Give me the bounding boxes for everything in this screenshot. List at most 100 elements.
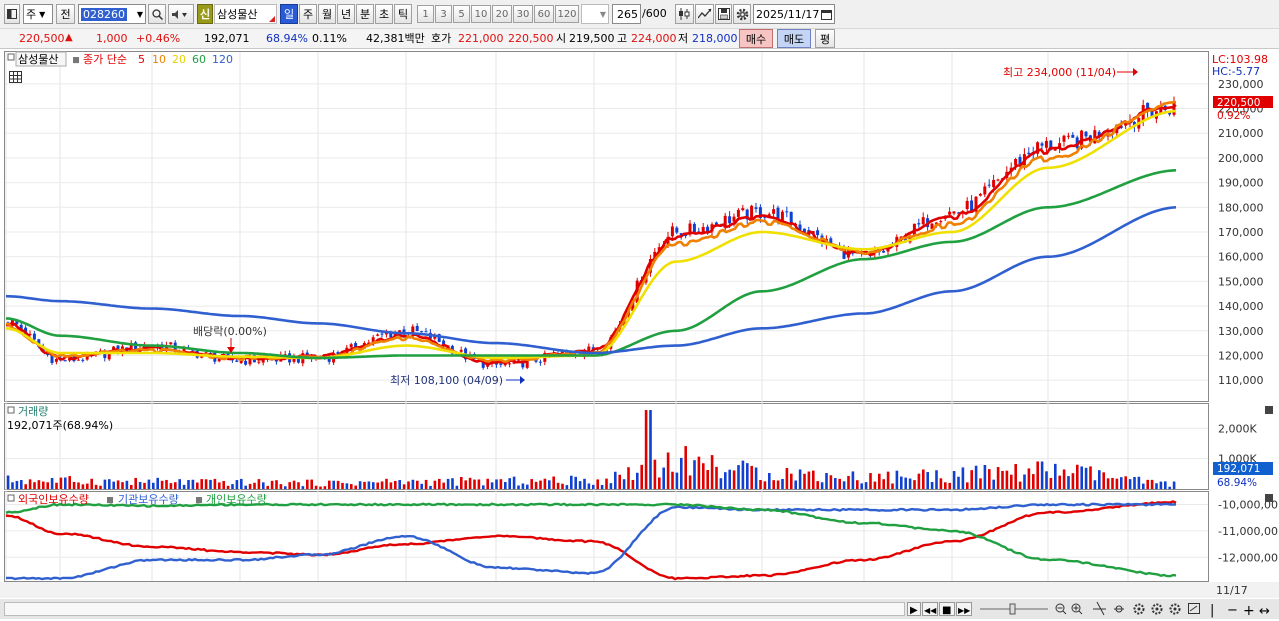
candle-body — [921, 217, 925, 225]
trade-amount: 42,381백만 — [366, 32, 425, 45]
stock-name-field: 삼성물산 — [214, 4, 277, 24]
tab-period-year[interactable]: 년 — [337, 4, 355, 24]
volume-bar — [182, 484, 186, 489]
rewind-icon: ◀◀ — [924, 606, 937, 615]
volume-bar — [1084, 467, 1088, 489]
settings-button[interactable] — [733, 4, 751, 24]
volume-bar — [534, 481, 538, 489]
candle-body — [675, 227, 679, 233]
line-chart-button[interactable] — [695, 4, 714, 24]
candle-body — [54, 358, 58, 362]
stock-code-input[interactable]: 028260 ▼ — [78, 4, 146, 24]
minute-option-120[interactable]: 120 — [555, 5, 579, 23]
volume-bar — [543, 478, 547, 489]
candle-style-button[interactable] — [675, 4, 694, 24]
legend-dot: ◾ — [195, 493, 203, 506]
tab-period-month[interactable]: 월 — [318, 4, 336, 24]
price-tick-label: 110,000 — [1218, 374, 1264, 387]
volume-bar — [310, 479, 313, 489]
minute-option-10[interactable]: 10 — [471, 5, 491, 23]
volume-bar — [939, 478, 943, 489]
volume-bar — [103, 479, 107, 489]
volume-bar — [270, 480, 274, 489]
up-triangle-icon: ▲ — [65, 32, 73, 43]
volume-bar — [319, 486, 322, 489]
date-input[interactable]: 2025/11/17 — [753, 4, 835, 24]
volume-bar — [1159, 481, 1163, 489]
volume-bar — [108, 479, 111, 489]
volume-bar — [706, 470, 709, 489]
tab-period-week[interactable]: 주 — [299, 4, 317, 24]
volume-bar — [539, 480, 542, 489]
table-toggle-icon[interactable] — [9, 71, 22, 83]
minute-option-60[interactable]: 60 — [534, 5, 554, 23]
quote-bar: 220,500 ▲ 1,000 +0.46% 192,071 68.94% 0.… — [0, 29, 1279, 49]
minute-option-5[interactable]: 5 — [453, 5, 470, 23]
buy-button[interactable]: 매수 — [739, 29, 773, 48]
window-icon[interactable] — [4, 4, 20, 24]
minus-icon[interactable]: − — [1227, 603, 1238, 618]
close-panel-icon[interactable] — [1265, 494, 1273, 502]
volume-bar — [627, 467, 630, 489]
tab-period-tick[interactable]: 틱 — [394, 4, 412, 24]
zoom-slider-handle[interactable] — [1009, 603, 1016, 615]
volume-bar — [433, 480, 437, 489]
save-button[interactable] — [715, 4, 732, 24]
volume-bar — [24, 484, 27, 489]
volume-bar — [147, 479, 151, 489]
volume-bar — [1150, 479, 1154, 489]
volume-bar — [358, 481, 362, 489]
volume-bar — [442, 482, 445, 489]
volume-bar — [130, 484, 133, 489]
resize-icon[interactable]: ↔ — [1259, 604, 1270, 619]
volume-bar — [600, 485, 604, 489]
volume-bar — [750, 465, 753, 489]
volume-bar — [143, 482, 146, 489]
volume-bar — [666, 452, 670, 489]
tab-period-minute[interactable]: 분 — [356, 4, 374, 24]
price-tick-label: 210,000 — [1218, 127, 1264, 140]
volume-bar — [556, 482, 560, 489]
close-panel-icon[interactable] — [1265, 406, 1273, 414]
volume-bar — [592, 484, 595, 489]
minute-option-30[interactable]: 30 — [513, 5, 533, 23]
candle-body — [948, 211, 952, 215]
volume-bar — [754, 467, 758, 489]
eval-button[interactable]: 평 — [815, 29, 835, 48]
volume-bar — [446, 478, 450, 489]
volume-bar — [992, 479, 995, 489]
volume-bar — [996, 467, 1000, 489]
volume-bar — [187, 480, 190, 489]
market-select[interactable]: 주 ▼ — [23, 4, 53, 24]
minute-option-20[interactable]: 20 — [492, 5, 512, 23]
volume-bar — [372, 482, 375, 489]
candle-body — [235, 360, 239, 362]
volume-bar — [759, 480, 762, 489]
volume-bar — [574, 476, 577, 489]
volume-bar — [807, 471, 811, 489]
volume-bar — [719, 478, 723, 489]
minute-option-1[interactable]: 1 — [417, 5, 434, 23]
sell-button[interactable]: 매도 — [777, 29, 811, 48]
plus-icon[interactable]: + — [1243, 603, 1255, 619]
custom-interval-select[interactable]: ▼ — [581, 4, 609, 24]
candle-body — [754, 207, 758, 209]
count-input[interactable]: 265 — [612, 4, 641, 24]
speaker-button[interactable] — [168, 4, 194, 24]
search-button[interactable] — [148, 4, 166, 24]
prev-button[interactable]: 전 — [56, 4, 75, 24]
volume-bar — [20, 480, 23, 489]
horizontal-scrollbar[interactable] — [4, 602, 905, 616]
volume-bar — [979, 478, 982, 489]
volume-bar — [781, 478, 784, 489]
minute-option-label: 10 — [474, 8, 488, 20]
volume-bar — [262, 482, 265, 489]
candle-body — [459, 349, 463, 352]
candle-body — [970, 200, 974, 212]
tab-period-second[interactable]: 초 — [375, 4, 393, 24]
tab-period-day[interactable]: 일 — [280, 4, 298, 24]
minute-option-3[interactable]: 3 — [435, 5, 452, 23]
candle-body — [939, 221, 943, 223]
chart-area[interactable]: 230,000220,000210,000200,000190,000180,0… — [0, 49, 1279, 621]
volume-bar — [226, 485, 230, 489]
